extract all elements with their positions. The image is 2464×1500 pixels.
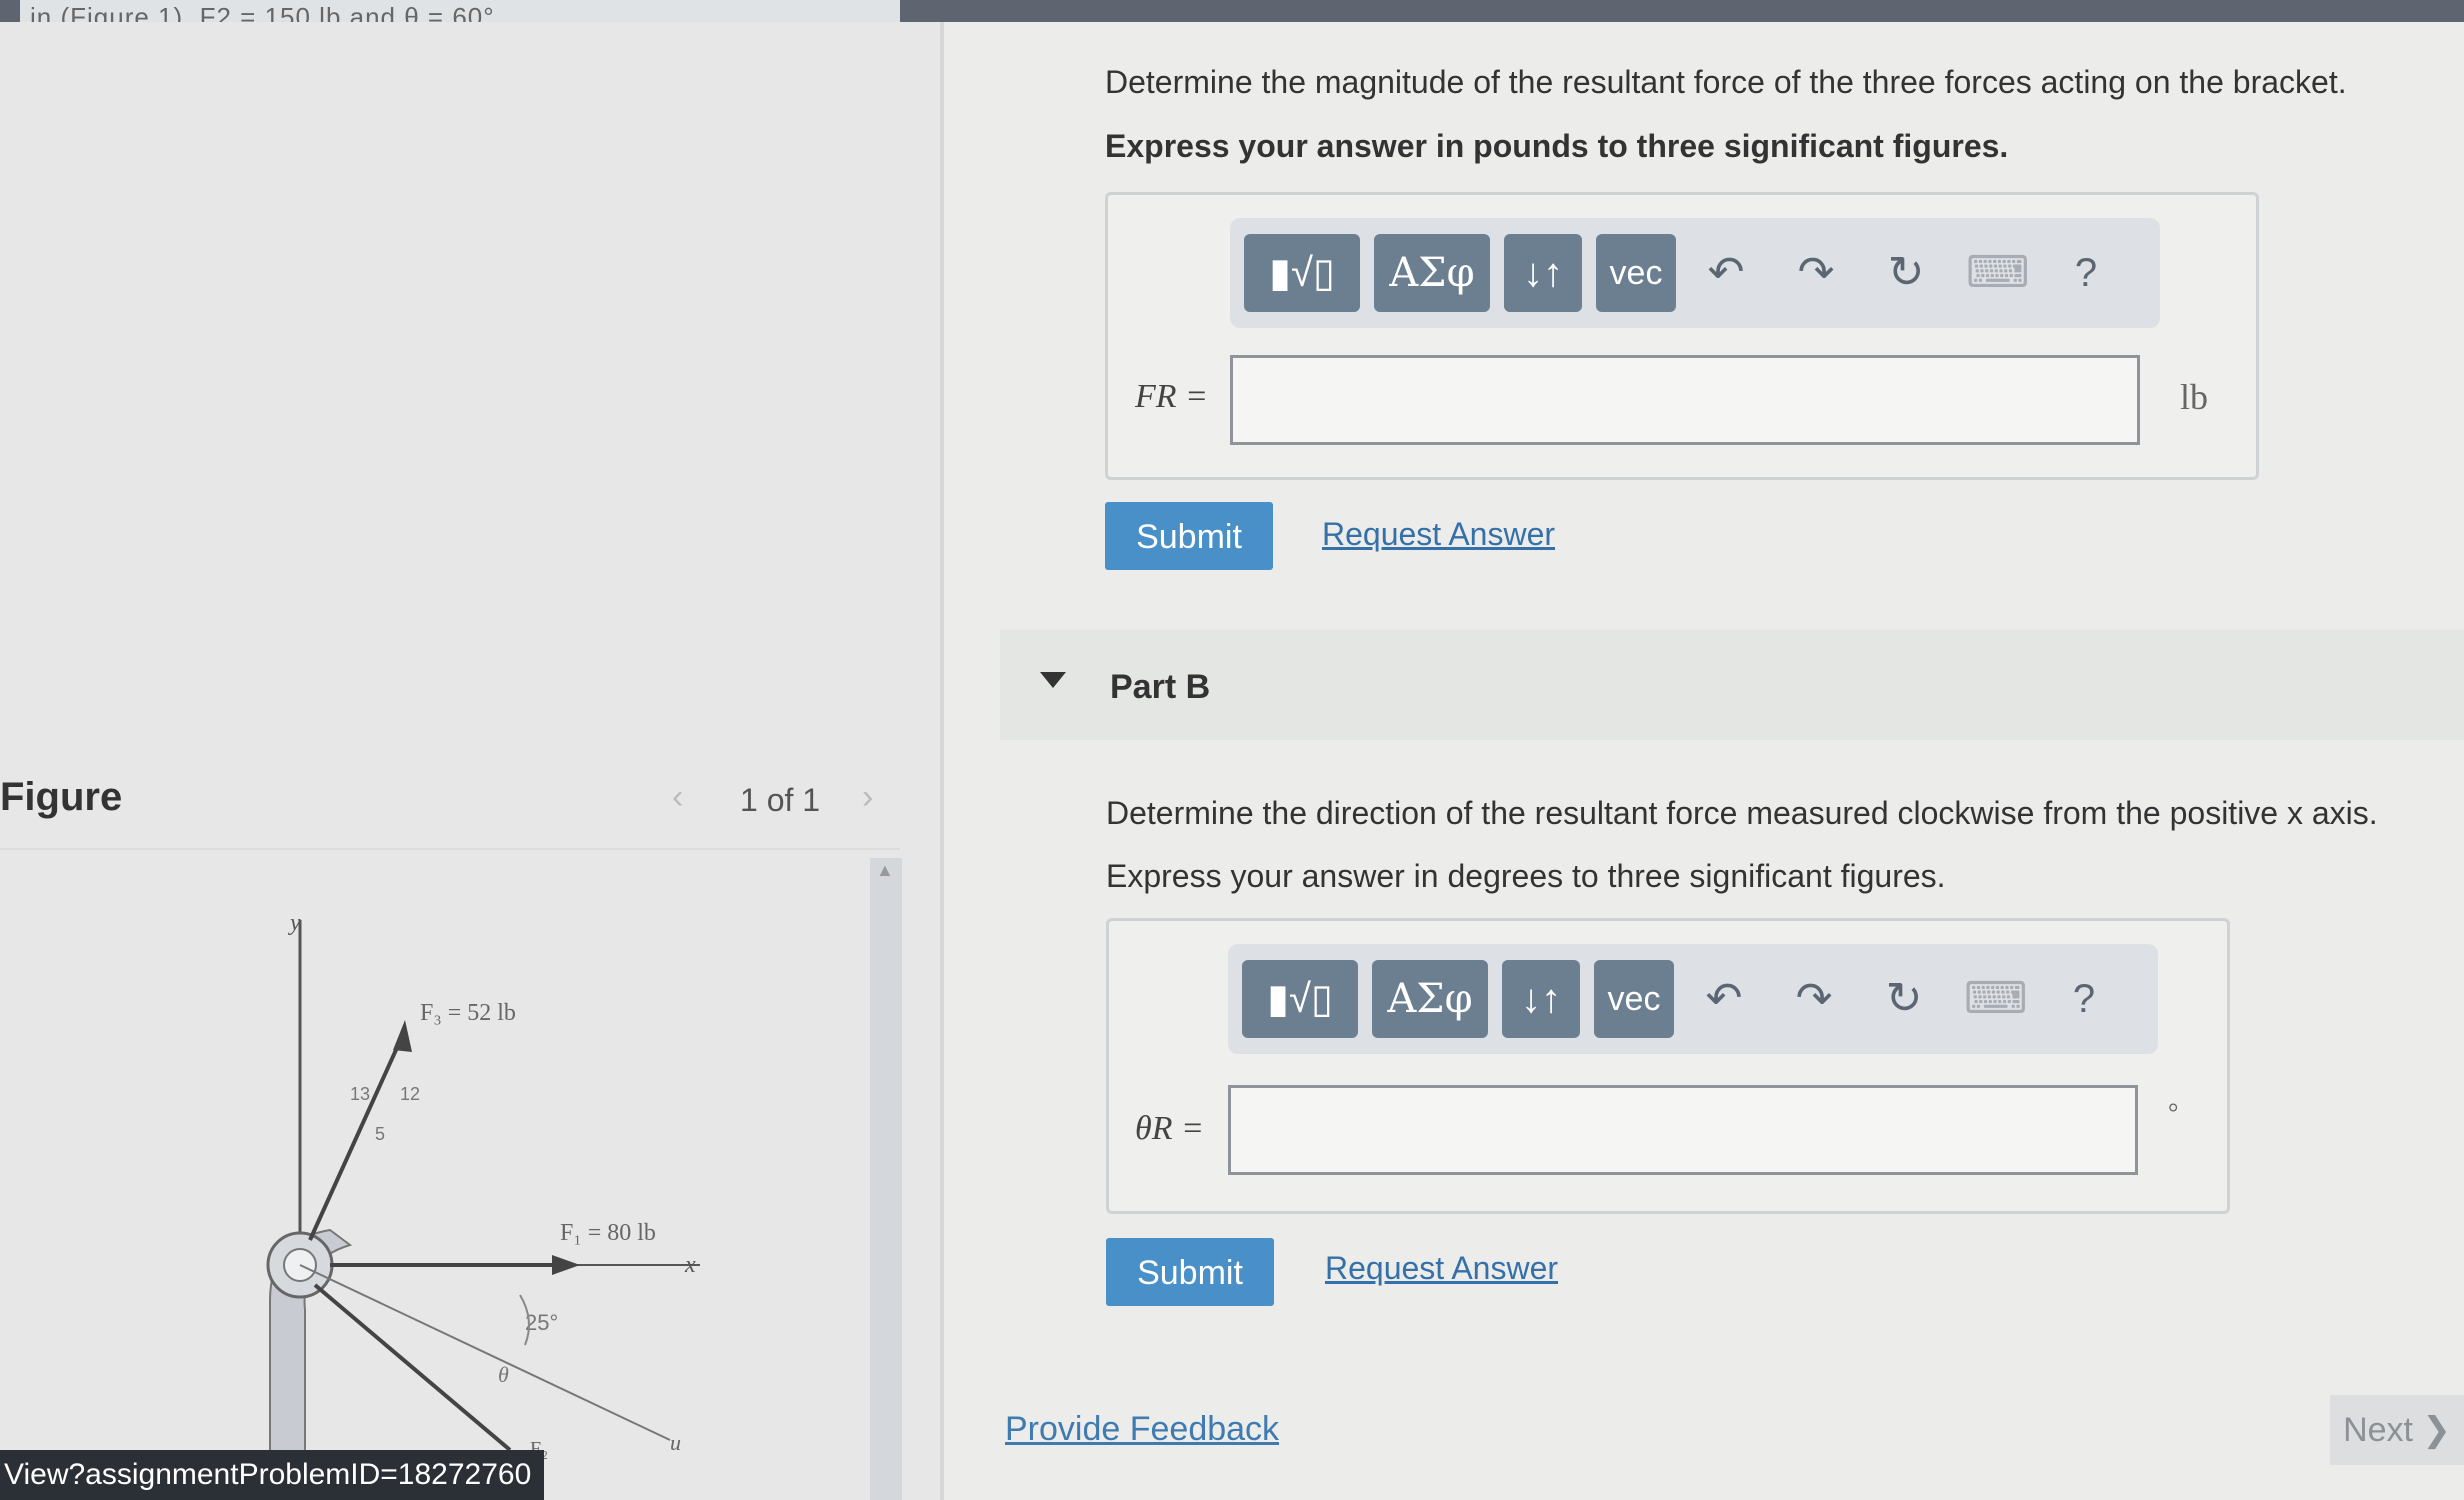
undo-icon[interactable]: ↶ bbox=[1694, 960, 1754, 1038]
part-b-header[interactable] bbox=[1000, 630, 2464, 740]
redo-icon[interactable]: ↷ bbox=[1784, 960, 1844, 1038]
figure-next-icon[interactable]: › bbox=[862, 778, 873, 817]
figure-separator bbox=[0, 848, 900, 850]
f3-arrow bbox=[308, 1029, 407, 1241]
next-button[interactable]: Next ❯ bbox=[2330, 1395, 2464, 1465]
part-b-answer-input[interactable] bbox=[1228, 1085, 2138, 1175]
f1-label: F₁ = 80 lb bbox=[560, 1220, 656, 1246]
arrows-button[interactable]: ↓↑ bbox=[1504, 234, 1582, 312]
part-b-variable-label: θR = bbox=[1135, 1110, 1204, 1147]
f3-arrowhead bbox=[393, 1020, 412, 1052]
part-b-request-answer-link[interactable]: Request Answer bbox=[1325, 1250, 1558, 1287]
part-a-variable-label: FR = bbox=[1135, 378, 1208, 415]
reset-icon[interactable]: ↻ bbox=[1876, 234, 1936, 312]
templates-button[interactable]: ▮√▯ bbox=[1242, 960, 1358, 1038]
slope-13: 13 bbox=[350, 1084, 370, 1104]
keyboard-icon[interactable]: ⌨ bbox=[1966, 234, 2030, 312]
reset-icon[interactable]: ↻ bbox=[1874, 960, 1934, 1038]
part-b-question: Determine the direction of the resultant… bbox=[1106, 795, 2378, 831]
bracket-figure: y x F₃ = 52 lb 13 12 5 F₁ = 80 lb u F₂ 2… bbox=[266, 910, 700, 1460]
x-axis-label: x bbox=[684, 1252, 696, 1278]
part-b-title: Part B bbox=[1110, 668, 1211, 706]
figure-counter: 1 of 1 bbox=[740, 782, 821, 818]
part-b-submit-button[interactable]: Submit bbox=[1106, 1238, 1274, 1306]
vec-button[interactable]: vec bbox=[1596, 234, 1676, 312]
figure-title: Figure bbox=[0, 775, 123, 819]
greek-symbols-button[interactable]: ΑΣφ bbox=[1372, 960, 1488, 1038]
f3-label: F₃ = 52 lb bbox=[420, 1000, 516, 1026]
collapse-arrow-icon[interactable] bbox=[1040, 672, 1066, 688]
part-a-unit: lb bbox=[2180, 377, 2209, 417]
vec-button[interactable]: vec bbox=[1594, 960, 1674, 1038]
u-axis bbox=[299, 1264, 671, 1441]
arrows-button[interactable]: ↓↑ bbox=[1502, 960, 1580, 1038]
provide-feedback-link[interactable]: Provide Feedback bbox=[1005, 1410, 1279, 1449]
figure-scrollbar[interactable] bbox=[870, 858, 902, 1500]
keyboard-icon[interactable]: ⌨ bbox=[1964, 960, 2028, 1038]
help-icon[interactable]: ? bbox=[2056, 234, 2116, 312]
status-url: View?assignmentProblemID=18272760 bbox=[0, 1450, 544, 1500]
part-a-question: Determine the magnitude of the resultant… bbox=[1105, 64, 2347, 100]
part-a-answer-input[interactable] bbox=[1230, 355, 2140, 445]
scroll-up-icon[interactable]: ▲ bbox=[876, 860, 894, 881]
help-icon[interactable]: ? bbox=[2054, 960, 2114, 1038]
redo-icon[interactable]: ↷ bbox=[1786, 234, 1846, 312]
slope-12: 12 bbox=[400, 1084, 420, 1104]
theta-label: θ bbox=[498, 1362, 509, 1387]
part-a-math-toolbar: ▮√▯ ΑΣφ ↓↑ vec ↶ ↷ ↻ ⌨ ? bbox=[1230, 218, 2160, 328]
undo-icon[interactable]: ↶ bbox=[1696, 234, 1756, 312]
slope-5: 5 bbox=[375, 1124, 385, 1144]
f1-arrowhead bbox=[552, 1255, 580, 1275]
templates-button[interactable]: ▮√▯ bbox=[1244, 234, 1360, 312]
greek-symbols-button[interactable]: ΑΣφ bbox=[1374, 234, 1490, 312]
f2-arrow bbox=[313, 1283, 512, 1452]
part-b-unit: ° bbox=[2168, 1098, 2179, 1127]
part-a-submit-button[interactable]: Submit bbox=[1105, 502, 1273, 570]
angle-25-label: 25° bbox=[525, 1310, 558, 1335]
y-axis-label: y bbox=[288, 910, 301, 936]
figure-prev-icon[interactable]: ‹ bbox=[672, 778, 683, 817]
part-b-math-toolbar: ▮√▯ ΑΣφ ↓↑ vec ↶ ↷ ↻ ⌨ ? bbox=[1228, 944, 2158, 1054]
part-a-request-answer-link[interactable]: Request Answer bbox=[1322, 516, 1555, 553]
part-a-instruction: Express your answer in pounds to three s… bbox=[1105, 128, 2009, 164]
part-b-instruction: Express your answer in degrees to three … bbox=[1106, 858, 1946, 894]
u-axis-label: u bbox=[670, 1430, 681, 1455]
